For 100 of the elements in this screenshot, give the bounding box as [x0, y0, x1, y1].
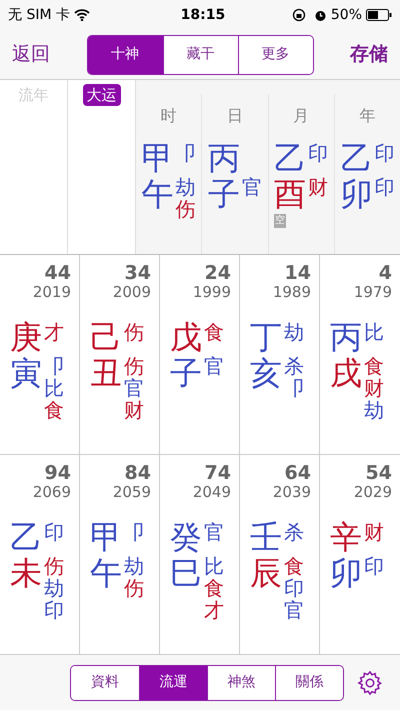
stem-character: 戊 — [170, 319, 202, 355]
god-label: 才 — [204, 599, 224, 621]
god-label: 印 — [44, 521, 64, 543]
stem-character: 丁 — [250, 319, 282, 355]
god-label: 财 — [124, 399, 144, 421]
settings-icon[interactable] — [356, 668, 384, 696]
god-label: 劫 — [364, 399, 384, 421]
battery-icon — [366, 9, 392, 21]
god-label: 食 — [284, 555, 304, 577]
god-label: 劫 — [124, 555, 144, 577]
branch-character: 子 — [208, 176, 240, 212]
god-label: 劫 — [44, 577, 64, 599]
stem-character: 乙 — [10, 519, 42, 555]
god-label: 伤 — [124, 355, 144, 377]
god-label: 杀 — [284, 355, 304, 377]
branch-character: 子 — [170, 355, 202, 391]
god-label: 卩 — [284, 377, 304, 399]
pillar-heading: 时 — [160, 105, 177, 127]
battery-percent: 50% — [330, 6, 362, 24]
segment-tab[interactable]: 十神 — [88, 36, 162, 74]
branch-character: 午 — [90, 555, 122, 591]
god-label: 劫 — [176, 176, 196, 198]
branch-character: 丑 — [90, 355, 122, 391]
god-label: 伤 — [44, 555, 64, 577]
segment-tab[interactable]: 資料 — [71, 666, 139, 700]
year-label: 2019 — [32, 283, 71, 301]
rotation-lock-icon — [292, 8, 306, 22]
god-label: 官 — [242, 176, 262, 198]
age-label: 54 — [366, 463, 392, 483]
carrier-label: 无 SIM 卡 — [8, 6, 70, 24]
pillar-heading: 月 — [293, 105, 310, 127]
god-label: 劫 — [284, 321, 304, 343]
year-label: 1989 — [272, 283, 311, 301]
year-label: 1979 — [354, 283, 392, 301]
god-label: 印 — [308, 142, 328, 164]
god-label: 食 — [44, 399, 64, 421]
year-label: 2009 — [112, 283, 151, 301]
god-label: 财 — [364, 521, 384, 543]
stem-character: 己 — [90, 319, 122, 355]
year-label: 2029 — [354, 483, 392, 501]
stem-character: 乙 — [274, 140, 306, 176]
god-label: 食 — [204, 577, 224, 599]
year-label: 1999 — [192, 283, 231, 301]
segment-tab[interactable]: 神煞 — [207, 666, 275, 700]
god-label: 印 — [364, 555, 384, 577]
god-label: 食 — [204, 321, 224, 343]
age-label: 44 — [44, 263, 71, 283]
god-label: 官 — [204, 521, 224, 543]
god-label: 比 — [204, 555, 224, 577]
god-label: 印 — [374, 142, 394, 164]
segment-tab[interactable]: 藏干 — [162, 36, 238, 74]
god-label: 财 — [364, 377, 384, 399]
stem-character: 癸 — [170, 519, 202, 555]
stem-character: 丙 — [330, 319, 362, 355]
god-label: 卩 — [124, 521, 144, 543]
branch-character: 卯 — [330, 555, 362, 591]
god-label: 卩 — [44, 355, 64, 377]
age-label: 94 — [44, 463, 71, 483]
god-label: 印 — [374, 176, 394, 198]
year-label: 2039 — [272, 483, 311, 501]
segment-tab[interactable]: 關係 — [275, 666, 343, 700]
stem-character: 甲 — [142, 140, 174, 176]
stem-character: 乙 — [340, 140, 372, 176]
age-label: 74 — [204, 463, 231, 483]
god-label: 财 — [308, 176, 328, 198]
branch-character: 戌 — [330, 355, 362, 391]
stem-character: 壬 — [250, 519, 282, 555]
segment-tab[interactable]: 更多 — [238, 36, 312, 74]
age-label: 4 — [378, 263, 392, 283]
branch-character: 卯 — [340, 176, 372, 212]
god-label: 伤 — [124, 577, 144, 599]
clock: 18:15 — [180, 6, 226, 24]
age-label: 14 — [284, 263, 311, 283]
branch-character: 辰 — [250, 555, 282, 591]
stem-character: 丙 — [208, 140, 240, 176]
god-label: 比 — [364, 321, 384, 343]
segment-tab[interactable]: 流運 — [139, 666, 207, 700]
pillar-heading: 日 — [226, 105, 243, 127]
branch-character: 未 — [10, 555, 42, 591]
save-button[interactable]: 存储 — [350, 40, 388, 69]
god-label: 官 — [124, 377, 144, 399]
god-label: 官 — [284, 599, 304, 621]
back-button[interactable]: 返回 — [12, 40, 50, 69]
age-label: 34 — [124, 263, 151, 283]
age-label: 84 — [124, 463, 151, 483]
god-label: 印 — [284, 577, 304, 599]
branch-character: 寅 — [10, 355, 42, 391]
god-label: 卩 — [176, 142, 196, 164]
god-label: 伤 — [176, 198, 196, 220]
god-label: 官 — [204, 355, 224, 377]
year-label: 2059 — [112, 483, 151, 501]
god-label: 伤 — [124, 321, 144, 343]
alarm-icon — [314, 8, 327, 22]
god-label: 杀 — [284, 521, 304, 543]
year-label: 2049 — [192, 483, 231, 501]
year-label: 2069 — [32, 483, 71, 501]
stem-character: 庚 — [10, 319, 42, 355]
column-tab[interactable]: 大运 — [82, 84, 120, 106]
god-label: 才 — [44, 321, 64, 343]
wifi-icon — [74, 9, 90, 21]
